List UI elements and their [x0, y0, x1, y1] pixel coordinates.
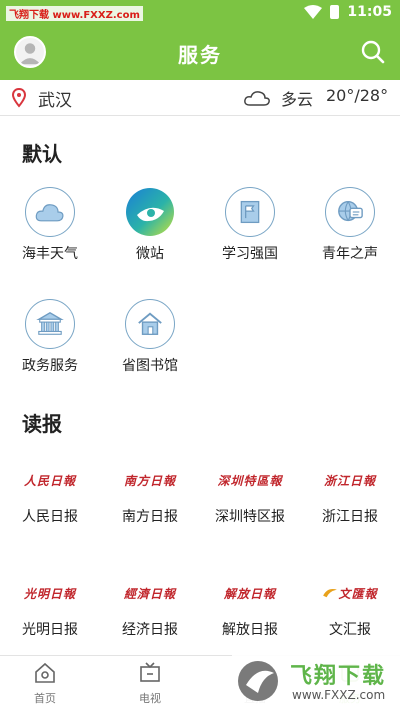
service-label: 青年之声	[322, 246, 378, 262]
paper-label: 深圳特区报	[215, 509, 285, 525]
logo-text: 深圳特區報	[217, 473, 283, 488]
paper-label: 光明日报	[22, 622, 78, 638]
location-pin-icon	[12, 88, 26, 108]
globe-chat-icon	[325, 187, 375, 237]
service-label: 微站	[136, 246, 164, 262]
logo-text: 南方日報	[123, 473, 176, 488]
jingji-logo: 經濟日報	[105, 573, 195, 613]
logo-text: 浙江日報	[323, 473, 376, 488]
service-item-gov[interactable]: 政务服务	[0, 299, 100, 375]
microsite-icon	[125, 187, 175, 237]
paper-item-shenzhen[interactable]: 深圳特區報 深圳特区报	[200, 460, 300, 526]
logo-text: 人民日報	[23, 473, 76, 488]
paper-label: 浙江日报	[322, 509, 378, 525]
paper-item-guangming[interactable]: 光明日報 光明日报	[0, 573, 100, 639]
flag-board-icon	[225, 187, 275, 237]
service-item-xuexi[interactable]: 学习强国	[200, 187, 300, 263]
page-title: 服务	[178, 42, 222, 67]
guangming-logo: 光明日報	[5, 573, 95, 613]
paper-item-jiefang[interactable]: 解放日報 解放日报	[200, 573, 300, 639]
service-label: 海丰天气	[22, 246, 78, 262]
battery-icon	[330, 5, 340, 19]
avatar[interactable]	[14, 36, 46, 68]
zhejiang-logo: 浙江日報	[305, 460, 395, 500]
tv-icon	[140, 662, 160, 682]
jiefang-logo: 解放日報	[205, 573, 295, 613]
weather-bar[interactable]: 武汉 多云 20°/28°	[0, 80, 400, 116]
paper-item-nanfang[interactable]: 南方日報 南方日报	[100, 460, 200, 526]
logo-text: 文匯報	[338, 586, 378, 601]
service-label: 政务服务	[22, 358, 78, 374]
tab-label: 首页	[34, 692, 56, 705]
library-house-icon	[125, 299, 175, 349]
nanfang-logo: 南方日報	[105, 460, 195, 500]
watermark-bottom: 飞翔下载 www.FXXZ.com	[232, 652, 400, 710]
paper-item-zhejiang[interactable]: 浙江日報 浙江日报	[300, 460, 400, 526]
wenhui-swoosh-icon	[323, 588, 338, 598]
status-bar: 飞翔下载 www.FXXZ.com 11:05	[0, 0, 400, 26]
user-avatar-icon	[19, 43, 41, 65]
tab-label: 电视	[139, 692, 161, 705]
paper-label: 南方日报	[122, 509, 178, 525]
service-item-weather[interactable]: 海丰天气	[0, 187, 100, 263]
weather-cloud-icon	[25, 187, 75, 237]
service-item-library[interactable]: 省图书馆	[100, 299, 200, 375]
shenzhen-logo: 深圳特區報	[205, 460, 295, 500]
paper-label: 解放日报	[222, 622, 278, 638]
logo-text: 光明日報	[23, 586, 76, 601]
status-icons: 11:05	[304, 4, 392, 20]
status-time: 11:05	[347, 4, 392, 20]
section-title-default: 默认	[22, 142, 62, 166]
search-icon[interactable]	[360, 39, 386, 65]
cloud-icon	[244, 91, 270, 106]
home-icon	[35, 662, 55, 683]
app-header: 服务	[0, 26, 400, 80]
city-name: 武汉	[38, 91, 72, 111]
logo-text: 解放日報	[223, 586, 276, 601]
paper-item-renmin[interactable]: 人民日報 人民日报	[0, 460, 100, 526]
weather-desc: 多云	[281, 90, 314, 109]
paper-label: 人民日报	[22, 509, 78, 525]
section-title-papers: 读报	[22, 412, 62, 436]
renmin-logo: 人民日報	[5, 460, 95, 500]
wifi-icon	[304, 5, 323, 19]
tab-home[interactable]: 首页	[5, 656, 85, 710]
watermark-logo-icon	[238, 661, 278, 701]
service-item-youth[interactable]: 青年之声	[300, 187, 400, 263]
watermark-brand: 飞翔下载	[290, 664, 387, 689]
watermark-url: www.FXXZ.com	[292, 688, 386, 702]
government-building-icon	[25, 299, 75, 349]
service-item-microsite[interactable]: 微站	[100, 187, 200, 263]
paper-label: 经济日报	[122, 622, 178, 638]
wenhui-logo: 文匯報	[305, 573, 395, 613]
service-label: 学习强国	[222, 246, 278, 262]
temperature: 20°/28°	[326, 86, 389, 105]
paper-item-jingji[interactable]: 經濟日報 经济日报	[100, 573, 200, 639]
watermark-top: 飞翔下载 www.FXXZ.com	[6, 6, 143, 21]
paper-label: 文汇报	[329, 622, 371, 638]
service-label: 省图书馆	[122, 358, 178, 374]
logo-text: 經濟日報	[123, 586, 176, 601]
tab-tv[interactable]: 电视	[110, 656, 190, 710]
paper-item-wenhui[interactable]: 文匯報 文汇报	[300, 573, 400, 639]
